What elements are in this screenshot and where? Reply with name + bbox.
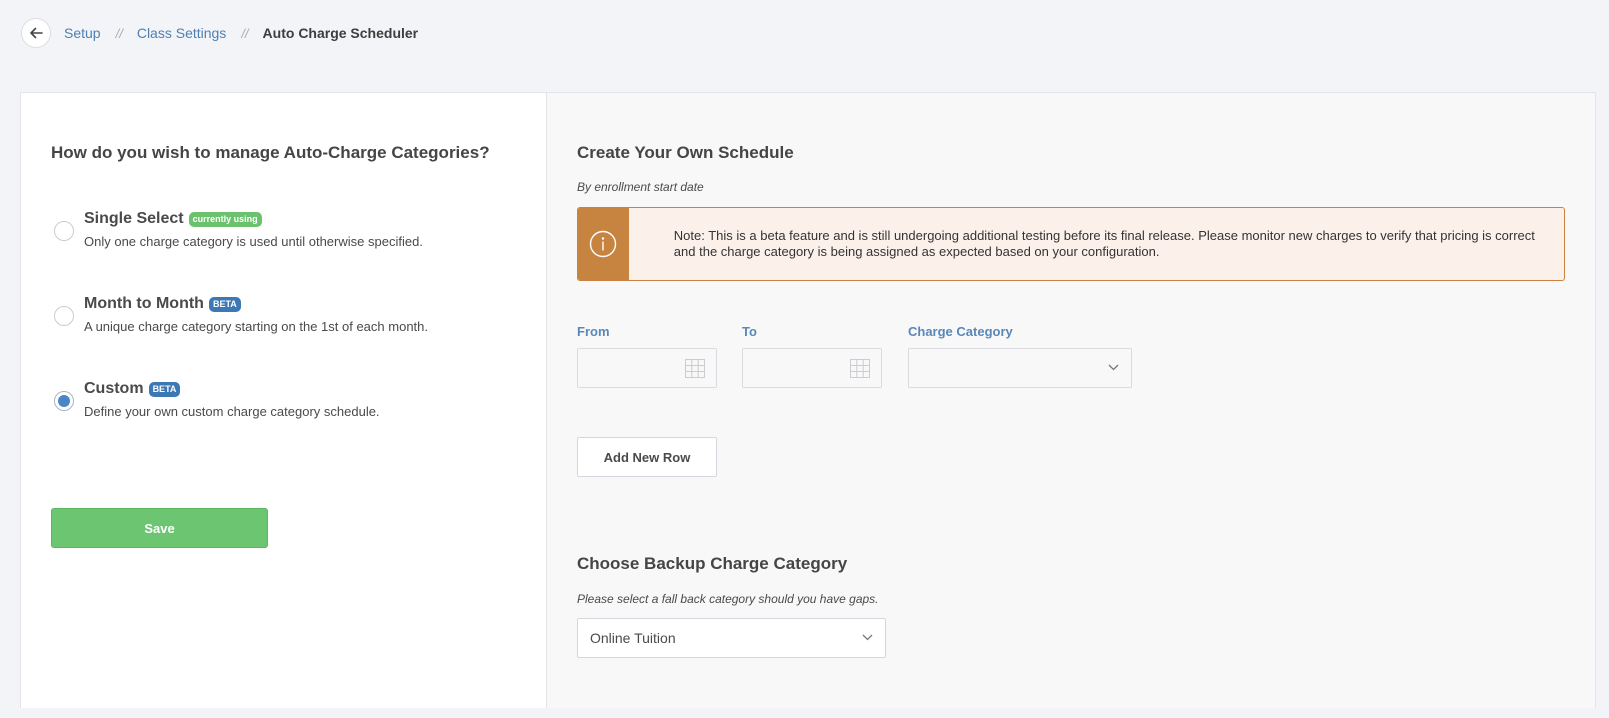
- custom-radio[interactable]: [54, 391, 74, 411]
- settings-card: How do you wish to manage Auto-Charge Ca…: [20, 92, 1596, 708]
- option-month-to-month[interactable]: Month to Month BETA A unique charge cate…: [51, 295, 428, 334]
- option-label: Single Select: [84, 210, 184, 227]
- beta-badge: BETA: [208, 296, 241, 312]
- calendar-icon[interactable]: [850, 359, 870, 378]
- beta-badge: BETA: [148, 381, 181, 397]
- add-new-row-button[interactable]: Add New Row: [577, 437, 717, 477]
- option-custom[interactable]: Custom BETA Define your own custom charg…: [51, 380, 380, 419]
- breadcrumb-separator: //: [115, 25, 123, 41]
- save-button[interactable]: Save: [51, 508, 268, 548]
- currently-using-badge: currently using: [188, 211, 262, 227]
- chevron-down-icon: [1108, 364, 1119, 371]
- calendar-icon[interactable]: [685, 359, 705, 378]
- note-icon-box: [578, 208, 629, 280]
- schedule-title: Create Your Own Schedule: [577, 143, 794, 162]
- backup-selected-value: Online Tuition: [590, 630, 676, 646]
- manage-title: How do you wish to manage Auto-Charge Ca…: [51, 143, 490, 162]
- backup-title: Choose Backup Charge Category: [577, 554, 848, 573]
- info-icon: [590, 230, 617, 258]
- breadcrumb-current: Auto Charge Scheduler: [262, 25, 419, 41]
- back-arrow-icon: [30, 27, 43, 39]
- manage-panel: How do you wish to manage Auto-Charge Ca…: [21, 93, 547, 708]
- backup-category-select[interactable]: Online Tuition: [577, 618, 886, 658]
- back-button[interactable]: [21, 18, 51, 48]
- note-text: Note: This is a beta feature and is stil…: [673, 228, 1535, 259]
- breadcrumb: Setup // Class Settings // Auto Charge S…: [21, 17, 418, 49]
- breadcrumb-class-settings[interactable]: Class Settings: [137, 25, 226, 41]
- to-date-input[interactable]: [742, 348, 882, 388]
- option-description: Define your own custom charge category s…: [84, 404, 380, 419]
- chevron-down-icon: [862, 634, 873, 641]
- charge-category-label: Charge Category: [908, 324, 1013, 339]
- from-label: From: [577, 324, 610, 339]
- to-label: To: [742, 324, 757, 339]
- option-description: A unique charge category starting on the…: [84, 319, 428, 334]
- option-label: Month to Month: [84, 295, 204, 312]
- month-to-month-radio[interactable]: [54, 306, 74, 326]
- option-description: Only one charge category is used until o…: [84, 234, 423, 249]
- charge-category-select[interactable]: [908, 348, 1132, 388]
- breadcrumb-separator: //: [241, 25, 249, 41]
- schedule-panel: Create Your Own Schedule By enrollment s…: [547, 93, 1595, 708]
- schedule-subtitle: By enrollment start date: [577, 180, 704, 194]
- option-single-select[interactable]: Single Select currently using Only one c…: [51, 210, 423, 249]
- option-label: Custom: [84, 380, 144, 397]
- from-date-input[interactable]: [577, 348, 717, 388]
- single-select-radio[interactable]: [54, 221, 74, 241]
- backup-subtitle: Please select a fall back category shoul…: [577, 592, 879, 606]
- beta-note: Note: This is a beta feature and is stil…: [577, 207, 1565, 281]
- breadcrumb-setup[interactable]: Setup: [64, 25, 101, 41]
